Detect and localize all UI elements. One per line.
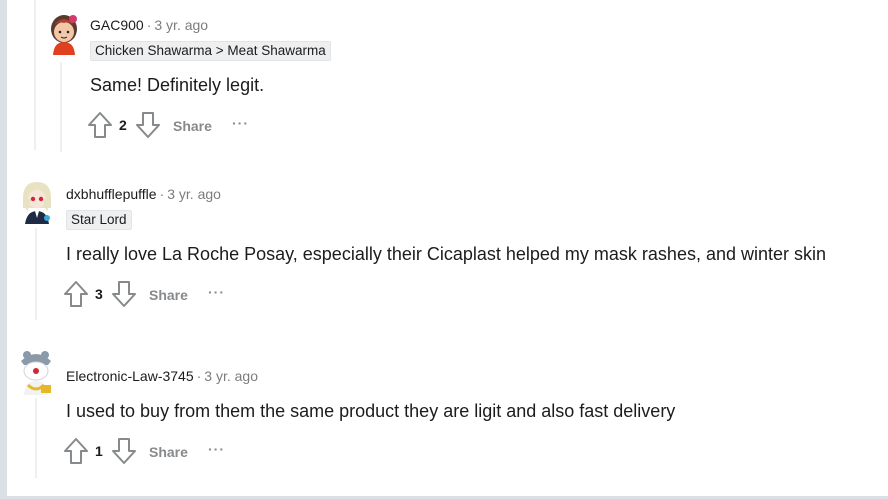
downvote-arrow-icon[interactable]: [111, 437, 137, 465]
timestamp[interactable]: 3 yr. ago: [204, 368, 258, 384]
comment-body: I used to buy from them the same product…: [66, 401, 676, 421]
comments-card: GAC900 · 3 yr. ago Chicken Shawarma > Meat…: [7, 0, 888, 496]
author-name[interactable]: Electronic-Law-3745: [66, 368, 194, 384]
share-button[interactable]: Share: [149, 442, 188, 462]
meta-separator: ·: [196, 368, 202, 384]
comment-meta: Electronic-Law-3745 · 3 yr. ago: [66, 366, 258, 386]
more-options-button[interactable]: ···: [208, 439, 225, 459]
user-avatar-icon: [21, 351, 51, 395]
avatar[interactable]: [15, 347, 57, 395]
vote-score: 1: [95, 443, 103, 459]
upvote-arrow-icon[interactable]: [63, 437, 89, 465]
comment-3: Electronic-Law-3745 · 3 yr. ago I used to …: [7, 0, 888, 480]
comment-actions: 1 Share ···: [63, 437, 263, 465]
